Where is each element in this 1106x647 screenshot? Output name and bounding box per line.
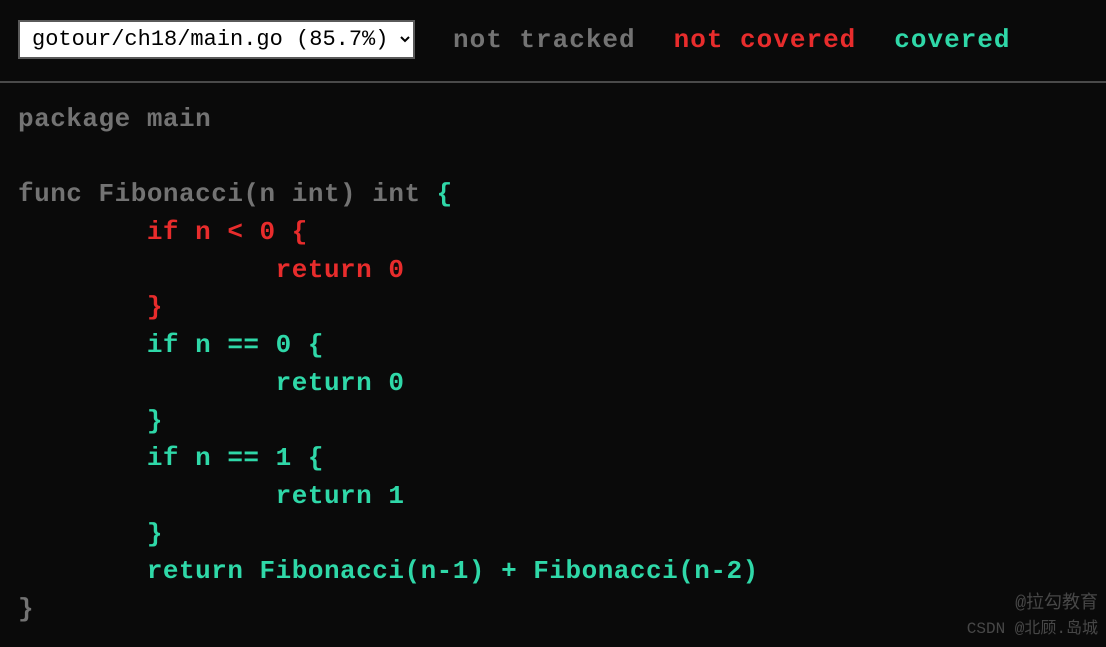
- code-line-not-covered: return 0: [18, 255, 404, 285]
- legend-not-tracked: not tracked: [453, 25, 636, 55]
- code-line-not-covered: if n < 0 {: [18, 217, 308, 247]
- code-line-covered: }: [18, 519, 163, 549]
- func-signature: func Fibonacci(n int) int: [18, 179, 437, 209]
- code-line-covered: return 1: [18, 481, 404, 511]
- code-line-covered: }: [18, 406, 163, 436]
- code-line-covered: return Fibonacci(n-1) + Fibonacci(n-2): [18, 556, 759, 586]
- code-line-not-covered: }: [18, 292, 163, 322]
- code-line-covered: if n == 1 {: [18, 443, 324, 473]
- package-declaration: package main: [18, 104, 211, 134]
- legend-covered: covered: [894, 25, 1010, 55]
- code-line-covered: if n == 0 {: [18, 330, 324, 360]
- func-close-brace: }: [18, 594, 34, 624]
- watermark-lagou: @拉勾教育: [1015, 588, 1098, 614]
- legend-not-covered: not covered: [674, 25, 857, 55]
- watermark-csdn: CSDN @北顾.岛城: [967, 614, 1098, 638]
- file-selector[interactable]: gotour/ch18/main.go (85.7%): [18, 20, 415, 59]
- code-viewer: package main func Fibonacci(n int) int {…: [0, 83, 1106, 647]
- coverage-header: gotour/ch18/main.go (85.7%) not tracked …: [0, 0, 1106, 83]
- code-line-covered: return 0: [18, 368, 404, 398]
- func-open-brace: {: [437, 179, 453, 209]
